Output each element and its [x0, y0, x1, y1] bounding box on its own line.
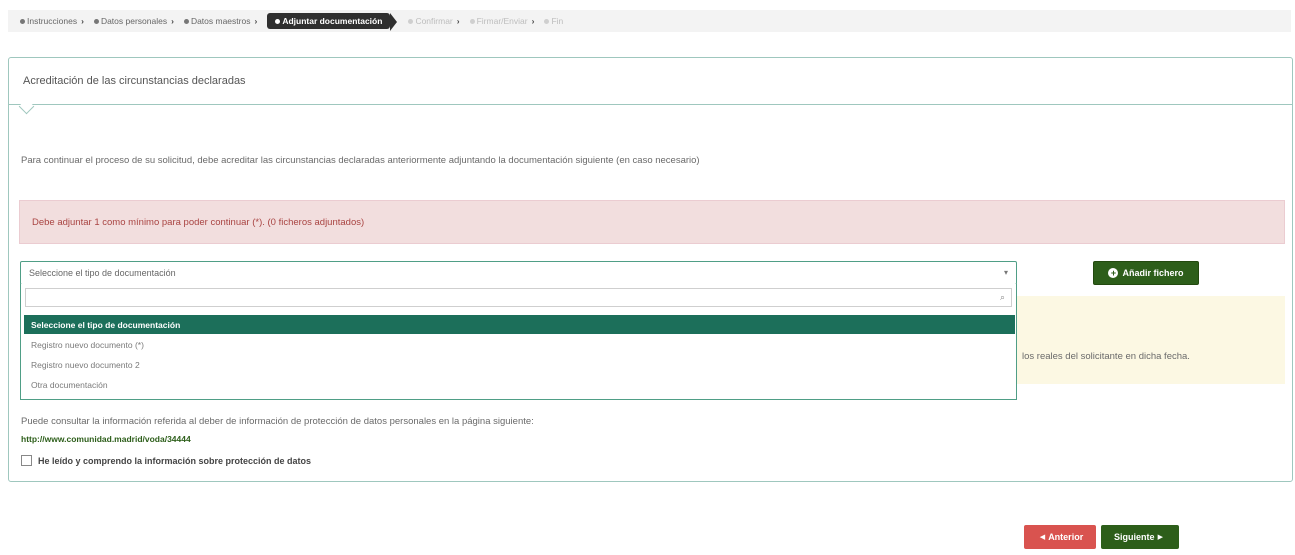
privacy-consult-text: Puede consultar la información referida …	[21, 416, 534, 427]
dropdown-search-input[interactable]: ⌕	[25, 288, 1012, 307]
breadcrumb-step-fin: Fin	[544, 16, 563, 26]
info-text: los reales del solicitante en dicha fech…	[1022, 351, 1190, 362]
dropdown-option[interactable]: Otra documentación	[24, 375, 1015, 394]
documentation-panel: Acreditación de las circunstancias decla…	[8, 57, 1293, 482]
search-icon: ⌕	[999, 292, 1005, 302]
document-type-select[interactable]: Seleccione el tipo de documentación ▾	[20, 261, 1017, 285]
chevron-down-icon: ▾	[1003, 268, 1008, 277]
arrow-left-icon: ◀	[1039, 534, 1046, 541]
intro-text: Para continuar el proceso de su solicitu…	[21, 155, 700, 166]
breadcrumb-step-instrucciones[interactable]: Instrucciones ›	[20, 16, 88, 26]
dropdown-option[interactable]: Seleccione el tipo de documentación	[24, 315, 1015, 334]
privacy-checkbox-label[interactable]: He leído y comprendo la información sobr…	[38, 456, 311, 466]
chevron-right-icon: ›	[531, 16, 535, 26]
dropdown-option[interactable]: Registro nuevo documento (*)	[24, 335, 1015, 354]
plus-circle-icon: +	[1108, 268, 1119, 278]
breadcrumb-step-datos-personales[interactable]: Datos personales ›	[93, 16, 178, 26]
privacy-checkbox-row[interactable]: He leído y comprendo la información sobr…	[21, 455, 311, 466]
breadcrumb-step-confirmar: Confirmar ›	[408, 16, 463, 26]
privacy-checkbox[interactable]	[21, 455, 32, 466]
breadcrumb-step-adjuntar-documentacion: Adjuntar documentación	[267, 13, 398, 31]
select-value: Seleccione el tipo de documentación	[29, 268, 176, 278]
panel-title: Acreditación de las circunstancias decla…	[9, 58, 1292, 105]
chevron-right-icon: ›	[456, 16, 460, 26]
chevron-right-icon: ›	[171, 16, 174, 26]
step-pending-icon	[544, 18, 550, 24]
step-pending-icon	[408, 18, 414, 24]
step-current-icon	[275, 18, 281, 24]
info-box: los reales del solicitante en dicha fech…	[1014, 296, 1285, 384]
step-done-icon	[20, 18, 25, 24]
error-alert: Debe adjuntar 1 como mínimo para poder c…	[19, 200, 1285, 244]
document-type-dropdown: ⌕ Seleccione el tipo de documentación Re…	[20, 284, 1017, 400]
chevron-right-icon: ›	[254, 16, 258, 26]
add-file-button[interactable]: + Añadir fichero	[1093, 261, 1199, 285]
step-done-icon	[183, 18, 189, 24]
next-button[interactable]: Siguiente ▶	[1101, 525, 1179, 549]
step-pending-icon	[469, 18, 475, 24]
dropdown-option[interactable]: Registro nuevo documento 2	[24, 355, 1015, 374]
arrow-right-icon: ▶	[1157, 534, 1163, 541]
step-done-icon	[93, 18, 99, 24]
breadcrumb-step-datos-maestros[interactable]: Datos maestros ›	[183, 16, 261, 26]
breadcrumb-step-firmar-enviar: Firmar/Enviar ›	[469, 16, 539, 26]
chevron-right-icon: ›	[81, 16, 84, 26]
previous-button[interactable]: ◀ Anterior	[1024, 525, 1096, 549]
privacy-link[interactable]: http://www.comunidad.madrid/voda/34444	[21, 434, 191, 444]
breadcrumb: Instrucciones › Datos personales › Datos…	[8, 10, 1291, 32]
